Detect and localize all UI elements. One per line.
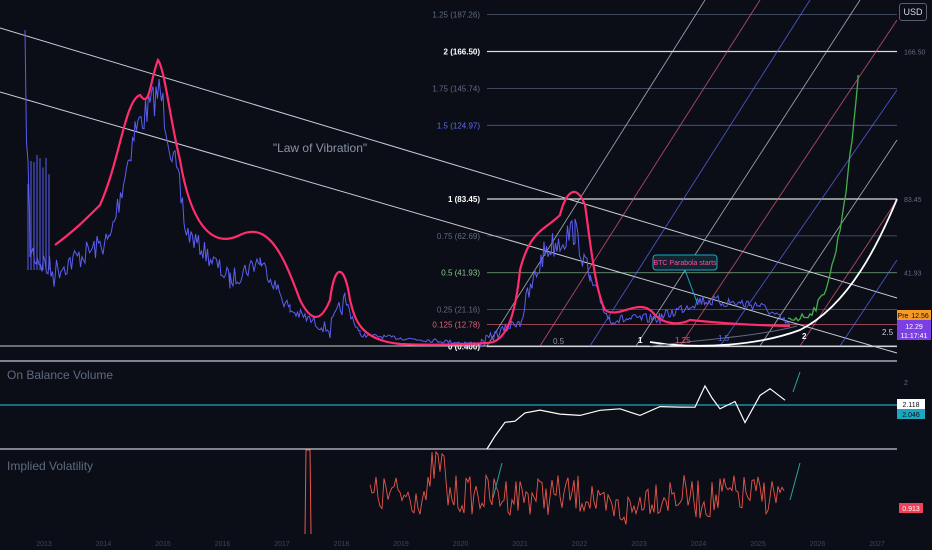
x-axis-tick: 2014 (96, 541, 112, 548)
chart-canvas: 1.25 (187.26) 2 (166.50) 1.75 (145.74) 1.5 … (0, 0, 932, 550)
x-axis-tick: 2027 (869, 541, 885, 548)
x-axis-tick: 2021 (512, 541, 528, 548)
price-series-blue (24, 29, 791, 348)
currency-button[interactable]: USD (899, 3, 927, 21)
obv-value-tag: 2.118 (903, 402, 920, 409)
obv-series (486, 384, 786, 450)
iv-series (369, 450, 785, 525)
obv-signal-tag: 2.046 (902, 412, 920, 419)
pre-tag-value: 12.56 (911, 313, 929, 320)
arc-label: 0.5 (553, 337, 565, 346)
arc-label: 1.5 (718, 334, 730, 343)
fib-level-label: 1.25 (187.26) (432, 11, 480, 20)
callout-text: BTC Parabola starts (653, 260, 717, 267)
iv-spike (304, 449, 312, 535)
arc-label: 1 (638, 336, 643, 345)
fib-level-label: 1.5 (124.97) (437, 121, 480, 130)
obv-axis-tick: 2 (904, 380, 908, 387)
x-axis-tick: 2017 (274, 541, 290, 548)
iv-panel-title: Implied Volatility (7, 459, 94, 473)
x-axis-tick: 2020 (453, 541, 469, 548)
law-of-vibration-label: "Law of Vibration" (273, 141, 367, 155)
fib-level-label: 0.75 (62.69) (437, 232, 480, 241)
x-axis-tick: 2026 (810, 541, 826, 548)
right-axis-tick: 83.45 (904, 197, 922, 204)
bar-countdown: 11:17:41 (901, 333, 928, 340)
fib-level-label: 0.5 (41.93) (441, 269, 480, 278)
fib-level-label: 0.125 (12.78) (432, 321, 480, 330)
iv-arrow-2 (789, 462, 801, 501)
pre-tag-label: Pre (898, 313, 909, 320)
right-axis-tick: 41.93 (904, 271, 922, 278)
x-axis-tick: 2016 (215, 541, 231, 548)
fib-level-label: 1.75 (145.74) (432, 84, 480, 93)
price-series-green (787, 75, 859, 322)
arc-label: 1.25 (675, 336, 691, 345)
cycle-envelope (54, 57, 791, 346)
iv-value-tag: 0.913 (902, 506, 920, 513)
arc-label: 2 (802, 332, 807, 341)
x-axis-tick: 2022 (572, 541, 588, 548)
obv-arrow (792, 371, 801, 393)
x-axis-tick: 2018 (334, 541, 350, 548)
gann-fan-ray (719, 89, 898, 347)
fib-level-label: 2 (166.50) (444, 48, 481, 57)
arc-label: 2.5 (882, 328, 894, 337)
fib-level-label: 0.25 (21.16) (437, 306, 480, 315)
x-axis-tick: 2019 (393, 541, 409, 548)
gann-fan-ray (679, 19, 898, 347)
x-axis-tick: 2025 (750, 541, 766, 548)
callout-pointer (684, 269, 699, 306)
fib-level-label: 1 (83.45) (448, 195, 480, 204)
x-axis-tick: 2015 (155, 541, 171, 548)
right-axis-tick: 166.50 (904, 50, 926, 57)
obv-panel-title: On Balance Volume (7, 368, 114, 382)
last-price-value: 12.29 (905, 324, 923, 331)
trendline-upper (0, 27, 898, 299)
x-axis-tick: 2013 (36, 541, 52, 548)
x-axis-tick: 2024 (691, 541, 707, 548)
x-axis-tick: 2023 (631, 541, 647, 548)
